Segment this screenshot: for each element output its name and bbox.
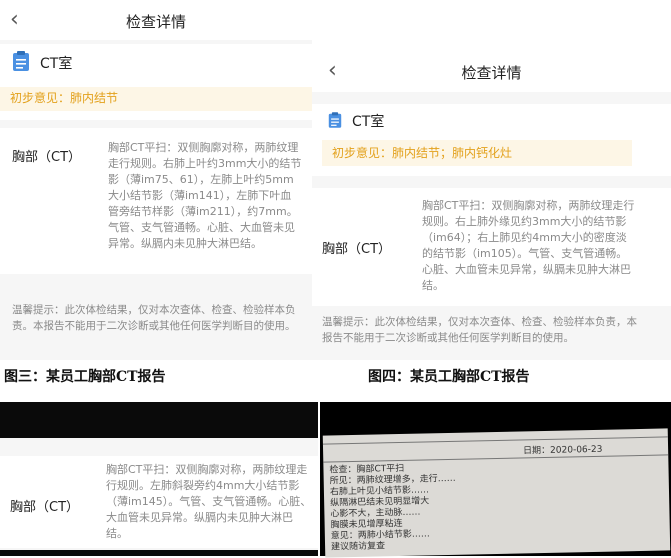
caption-fig3: 图三：某员工胸部CT报告 <box>4 369 166 385</box>
report-panel-fig3: ‹ 检查详情 CT室 初步意见：肺内结节 胸部（CT） 胸部CT平扫：双侧胸廓对… <box>0 0 312 360</box>
preliminary-opinion: 初步意见：肺内结节；肺内钙化灶 <box>322 140 632 166</box>
rule-line <box>322 436 668 445</box>
rule-line <box>323 454 669 463</box>
exam-label: 胸部（CT） <box>322 242 392 257</box>
redaction-bar <box>0 550 318 556</box>
page-title: 检查详情 <box>461 64 522 82</box>
clipboard-icon <box>328 112 342 128</box>
exam-label: 胸部（CT） <box>12 150 82 165</box>
report-line: 建议随访复查 <box>330 541 386 553</box>
redaction-bar <box>0 402 318 438</box>
findings-card: 胸部（CT） 胸部CT平扫：双侧胸廓对称，两肺纹理走行规则。左肺斜裂旁约4mm大… <box>0 456 318 548</box>
findings-card: 胸部（CT） 胸部CT平扫：双侧胸廓对称，两肺纹理走行规则。右肺上叶约3mm大小… <box>0 128 312 274</box>
room-name: CT室 <box>40 56 73 72</box>
paper-report-photo: 日期：2020-06-23 检查：胸部CT平扫 所见：两肺纹理增多，走行…… 右… <box>320 402 671 558</box>
exam-label: 胸部（CT） <box>10 500 80 515</box>
room-name: CT室 <box>352 114 385 130</box>
disclaimer-note: 温馨提示：此次体检结果，仅对本次查体、检查、检验样本负责。本报告不能用于二次诊断… <box>12 304 296 332</box>
report-panel-crop: 胸部（CT） 胸部CT平扫：双侧胸廓对称，两肺纹理走行规则。左肺斜裂旁约4mm大… <box>0 402 318 556</box>
disclaimer-note: 温馨提示：此次体检结果，仅对本次查体、检查、检验样本负责，本报告不能用于二次诊断… <box>322 316 637 344</box>
page-title: 检查详情 <box>125 13 186 31</box>
findings-text: 胸部CT平扫：双侧胸廓对称，两肺纹理走行规则。右上肺外缘见约3mm大小的结节影（… <box>422 199 635 292</box>
nav-bar: ‹ 检查详情 <box>0 0 312 40</box>
findings-text: 胸部CT平扫：双侧胸廓对称，两肺纹理走行规则。右肺上叶约3mm大小的结节影（薄i… <box>108 141 302 250</box>
report-panel-fig4: ‹ 检查详情 CT室 初步意见：肺内结节；肺内钙化灶 胸部（CT） 胸部CT平扫… <box>312 50 671 360</box>
caption-fig4: 图四：某员工胸部CT报告 <box>368 369 530 385</box>
findings-card: 胸部（CT） 胸部CT平扫：双侧胸廓对称，两肺纹理走行规则。右上肺外缘见约3mm… <box>312 188 671 306</box>
findings-text: 胸部CT平扫：双侧胸廓对称，两肺纹理走行规则。左肺斜裂旁约4mm大小结节影（薄i… <box>106 463 312 540</box>
clipboard-icon <box>13 51 29 71</box>
room-card: CT室 初步意见：肺内结节；肺内钙化灶 <box>312 104 671 176</box>
room-card: CT室 初步意见：肺内结节 <box>0 44 312 120</box>
nav-bar: ‹ 检查详情 <box>312 50 671 92</box>
preliminary-opinion: 初步意见：肺内结节 <box>0 87 312 111</box>
paper-sheet: 日期：2020-06-23 检查：胸部CT平扫 所见：两肺纹理增多，走行…… 右… <box>322 428 671 558</box>
